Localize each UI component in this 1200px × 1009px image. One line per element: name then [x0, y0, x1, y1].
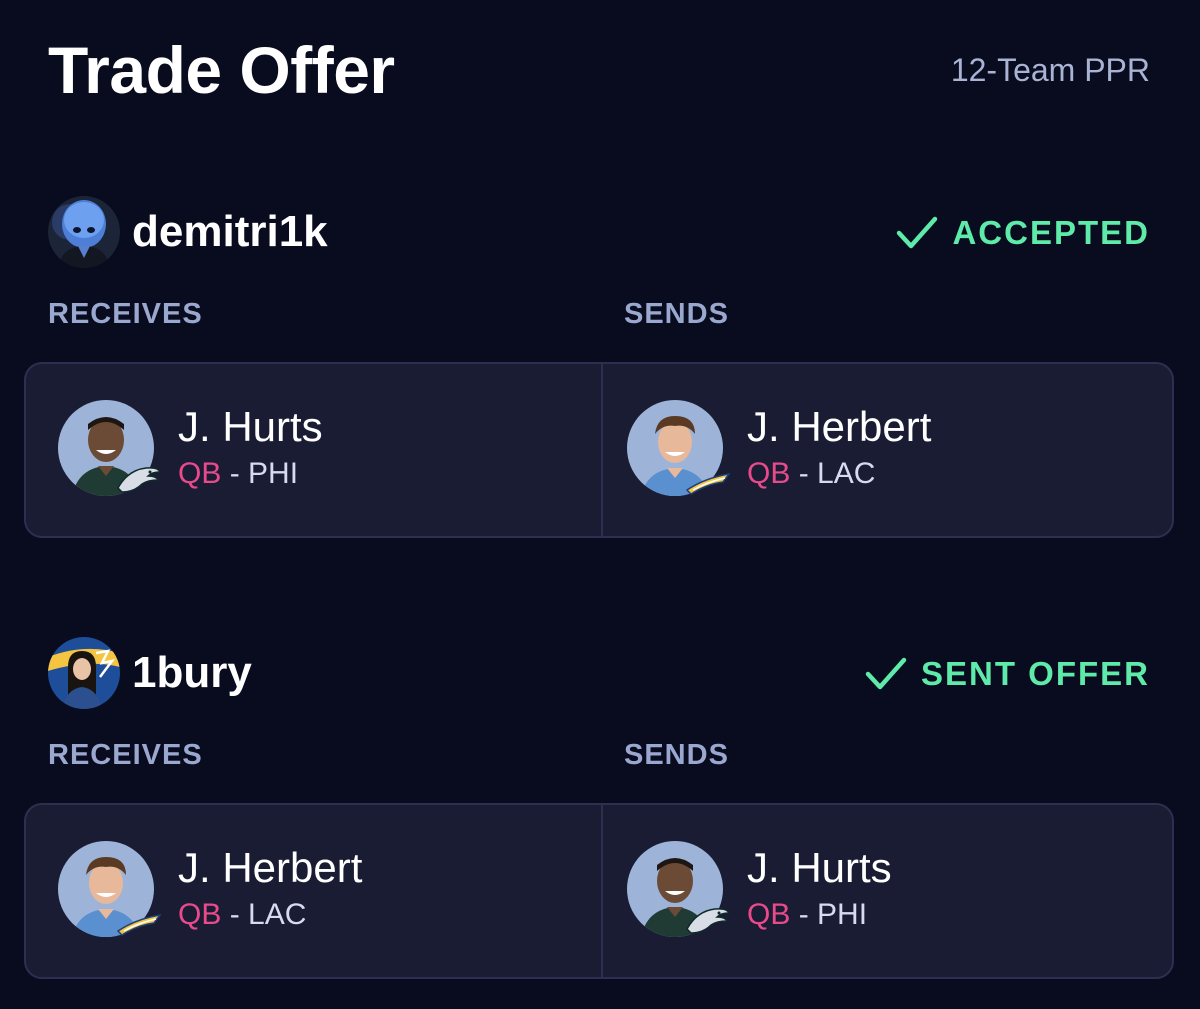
avatar[interactable]	[48, 637, 120, 709]
team-header: 1bury SENT OFFER	[48, 637, 1150, 709]
nfl-team: - PHI	[798, 898, 868, 931]
player-name: J. Hurts	[178, 403, 323, 450]
player-position-team: QB - LAC	[178, 897, 306, 933]
player-sends[interactable]: J. Hurts QB - PHI	[627, 841, 1147, 941]
position: QB	[747, 898, 791, 931]
check-icon	[897, 216, 938, 249]
sends-label: SENDS	[624, 298, 729, 330]
receives-label: RECEIVES	[48, 739, 203, 771]
trade-offer-screen: Trade Offer 12-Team PPR demitri1k ACCEPT…	[0, 0, 1200, 1009]
player-name: J. Herbert	[178, 844, 363, 891]
chargers-logo-icon	[116, 905, 162, 937]
team-name[interactable]: demitri1k	[132, 206, 328, 258]
team-header: demitri1k ACCEPTED	[48, 196, 1150, 268]
header: Trade Offer 12-Team PPR	[48, 32, 1150, 112]
league-format: 12-Team PPR	[950, 52, 1150, 88]
check-icon	[865, 657, 907, 690]
trade-card: J. Hurts QB - PHI J. Herbert QB - LAC	[24, 362, 1174, 538]
receives-label: RECEIVES	[48, 298, 203, 330]
status-badge: ACCEPTED	[896, 214, 1150, 252]
trade-card: J. Herbert QB - LAC J. Hurts QB - PHI	[24, 803, 1174, 979]
player-position-team: QB - PHI	[747, 897, 867, 933]
sends-label: SENDS	[624, 739, 729, 771]
status-text: ACCEPTED	[952, 214, 1150, 251]
status-badge: SENT OFFER	[865, 655, 1150, 693]
player-name: J. Hurts	[747, 844, 892, 891]
status-text: SENT OFFER	[920, 655, 1150, 692]
player-sends[interactable]: J. Herbert QB - LAC	[627, 400, 1147, 500]
player-receives[interactable]: J. Herbert QB - LAC	[58, 841, 578, 941]
position: QB	[178, 457, 222, 490]
eagles-logo-icon	[116, 464, 162, 496]
eagles-logo-icon	[685, 905, 731, 937]
nfl-team: - PHI	[229, 457, 299, 490]
page-title: Trade Offer	[48, 33, 395, 107]
column-labels: RECEIVES SENDS	[0, 737, 1200, 777]
position: QB	[178, 898, 222, 931]
team-name[interactable]: 1bury	[132, 647, 252, 699]
column-labels: RECEIVES SENDS	[0, 296, 1200, 336]
player-position-team: QB - PHI	[178, 456, 298, 492]
card-divider	[601, 805, 603, 977]
player-name: J. Herbert	[747, 403, 932, 450]
nfl-team: - LAC	[229, 898, 307, 931]
player-receives[interactable]: J. Hurts QB - PHI	[58, 400, 578, 500]
nfl-team: - LAC	[798, 457, 876, 490]
player-position-team: QB - LAC	[747, 456, 875, 492]
position: QB	[747, 457, 791, 490]
avatar[interactable]	[48, 196, 120, 268]
chargers-logo-icon	[685, 464, 731, 496]
card-divider	[601, 364, 603, 536]
